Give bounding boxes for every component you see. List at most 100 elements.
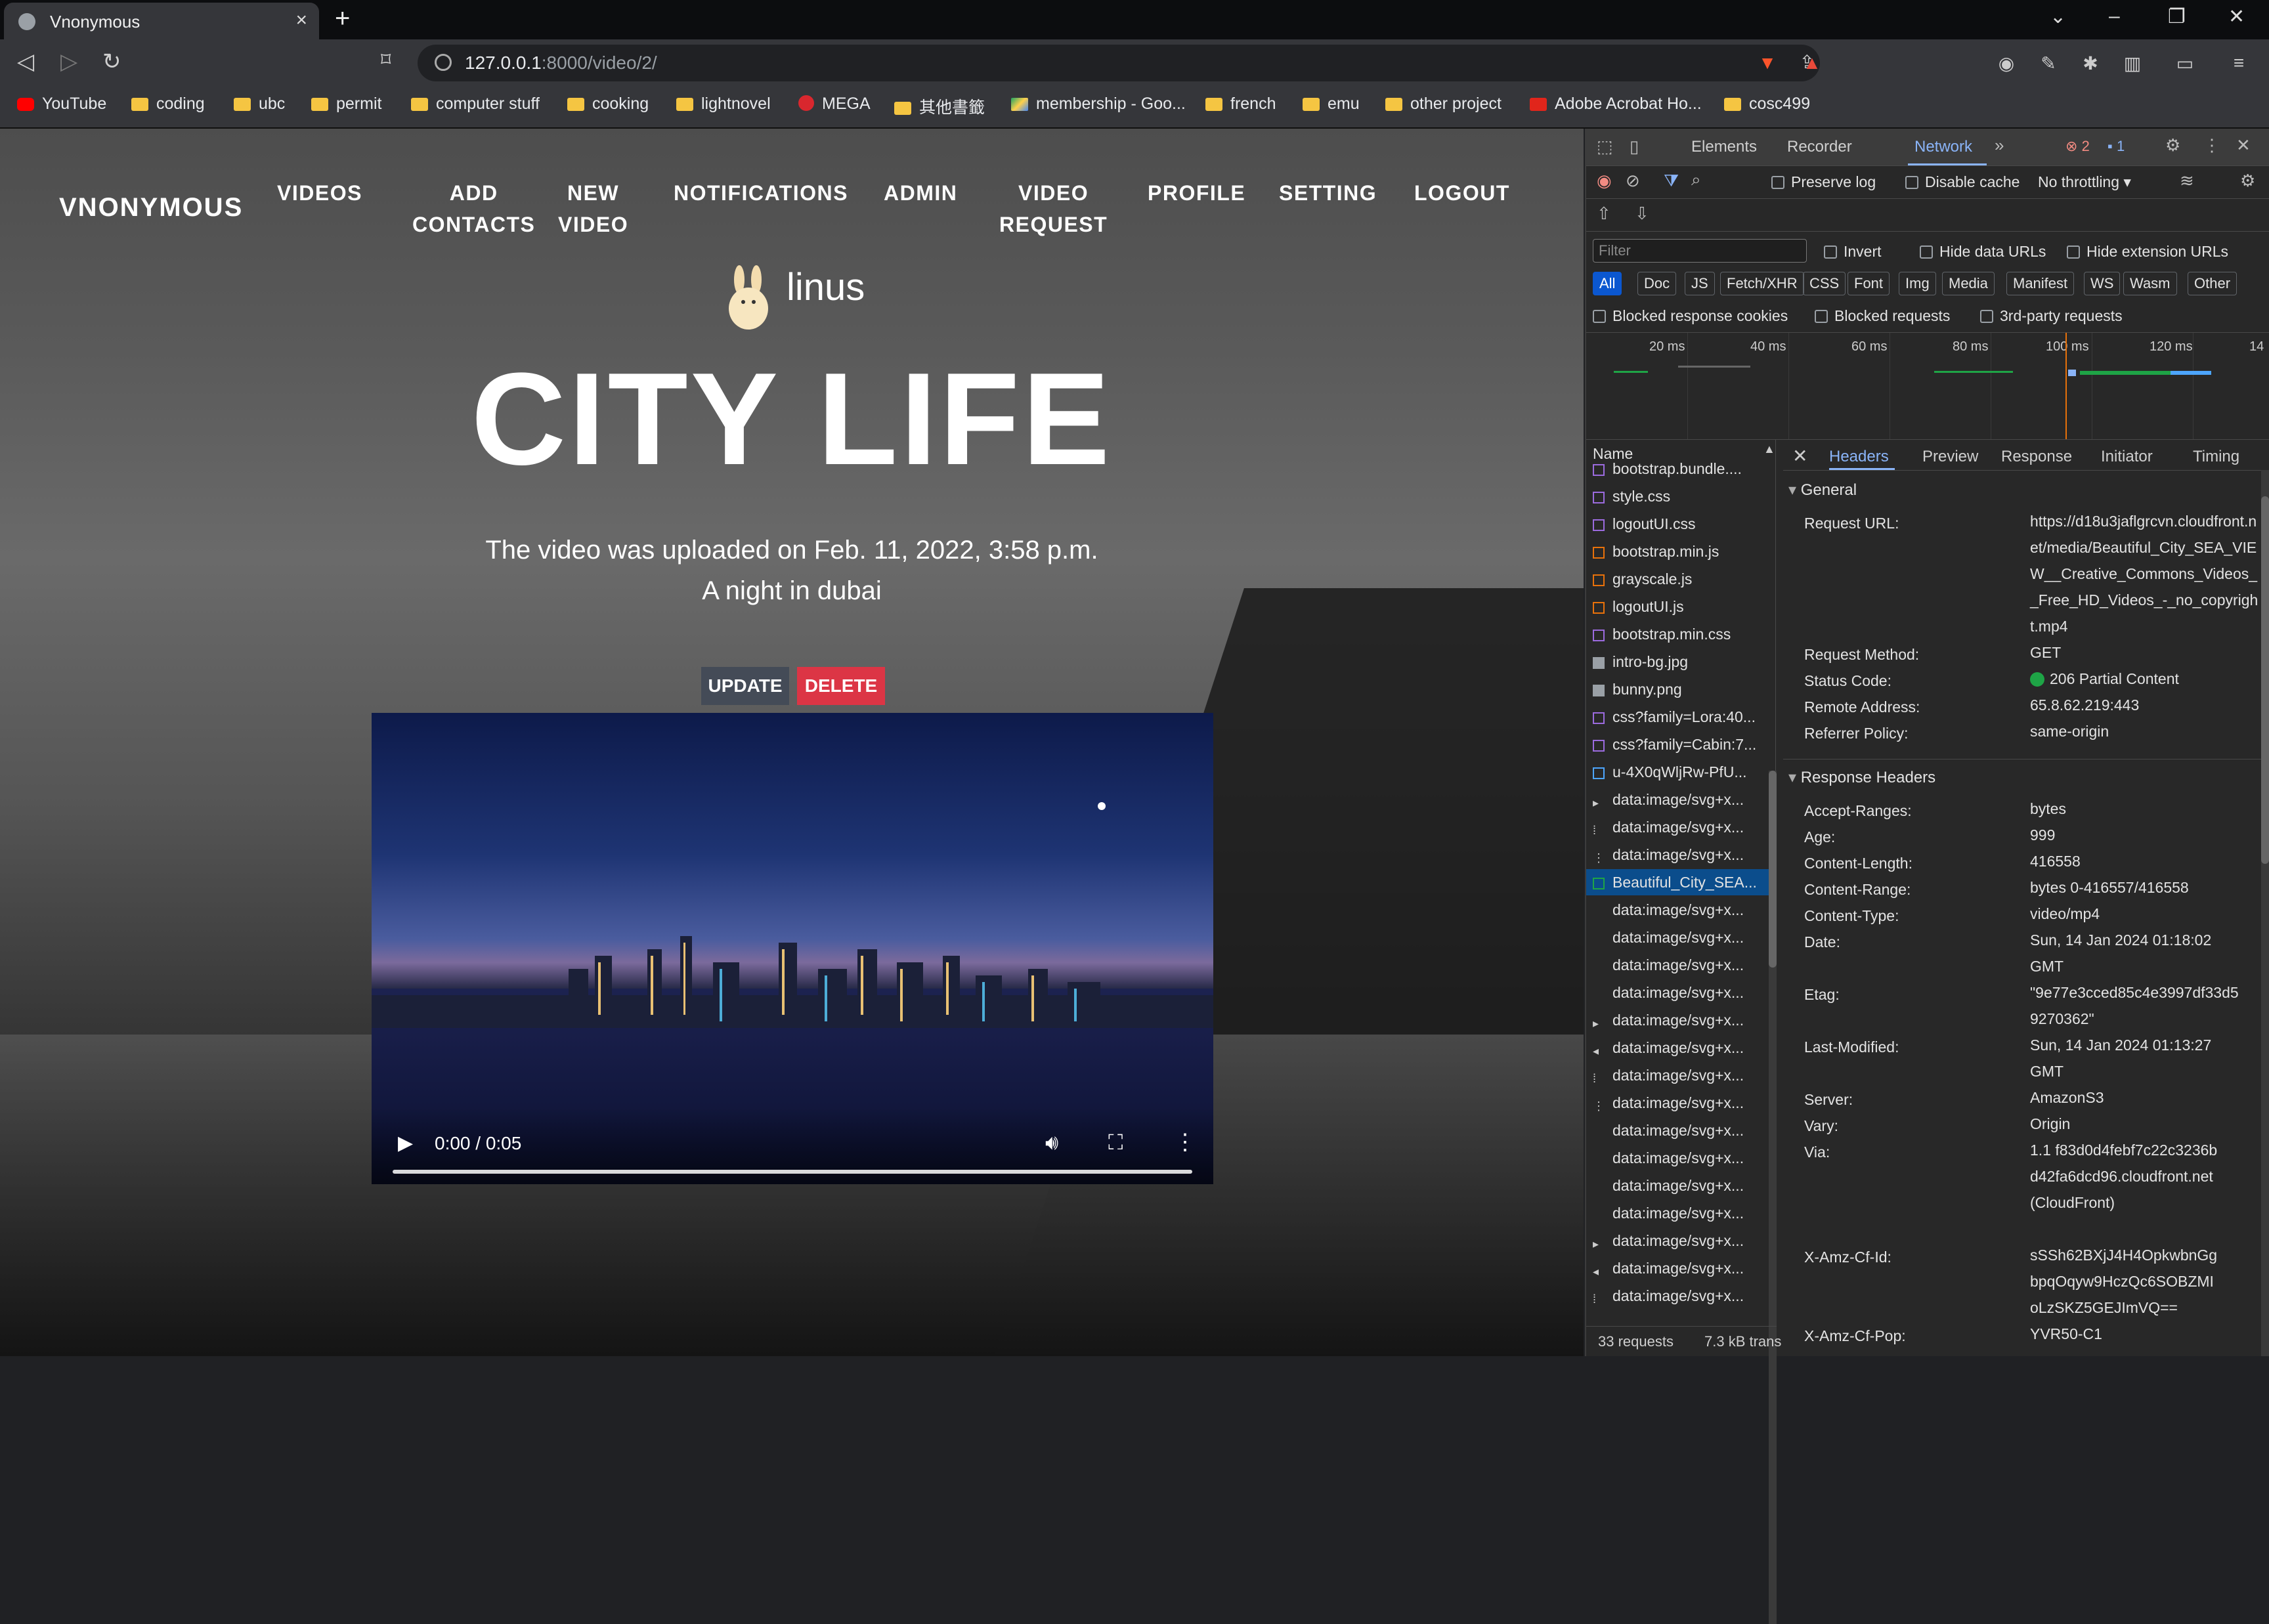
hide-data-urls-checkbox[interactable]: Hide data URLs xyxy=(1920,243,2046,261)
more-tabs-icon[interactable]: » xyxy=(1995,135,2004,156)
back-icon[interactable]: ◁ xyxy=(17,49,34,75)
request-row[interactable]: data:image/svg+x... xyxy=(1593,897,1767,923)
nav-setting[interactable]: SETTING xyxy=(1279,177,1377,209)
update-button[interactable]: UPDATE xyxy=(701,667,789,705)
request-row[interactable]: ⁞ data:image/svg+x... xyxy=(1593,1283,1767,1309)
details-scrollbar[interactable] xyxy=(2261,470,2269,1356)
request-row[interactable]: data:image/svg+x... xyxy=(1593,1172,1767,1199)
message-badge[interactable]: ▪ 1 xyxy=(2107,138,2125,155)
request-row[interactable]: ⁞ data:image/svg+x... xyxy=(1593,814,1767,840)
request-row[interactable]: grayscale.js xyxy=(1593,566,1767,592)
fullscreen-icon[interactable]: ⛶ xyxy=(1108,1130,1123,1155)
puzzle-icon[interactable]: ✱ xyxy=(2080,53,2101,74)
forward-icon[interactable]: ▷ xyxy=(60,49,77,75)
request-row[interactable]: bootstrap.min.css xyxy=(1593,621,1767,647)
type-filter-fetch[interactable]: Fetch/XHR xyxy=(1720,272,1804,295)
sidebar-icon[interactable]: ▥ xyxy=(2122,53,2143,74)
filter-icon[interactable]: ⧩ xyxy=(1664,171,1679,192)
type-filter-wasm[interactable]: Wasm xyxy=(2123,272,2177,295)
bookmark-permit[interactable]: permit xyxy=(311,95,381,118)
bookmark-mega[interactable]: MEGA xyxy=(798,95,871,118)
tab-recorder[interactable]: Recorder xyxy=(1787,138,1852,156)
blocked-cookies-checkbox[interactable]: Blocked response cookies xyxy=(1593,307,1788,325)
play-icon[interactable]: ▶ xyxy=(398,1132,413,1155)
type-filter-img[interactable]: Img xyxy=(1899,272,1936,295)
request-row[interactable]: Beautiful_City_SEA... xyxy=(1586,869,1774,895)
search-icon[interactable]: ⌕ xyxy=(1691,169,1701,190)
request-row[interactable]: ▸ data:image/svg+x... xyxy=(1593,786,1767,813)
request-row[interactable]: data:image/svg+x... xyxy=(1593,1200,1767,1226)
request-list-scrollbar[interactable] xyxy=(1769,771,1777,1624)
import-har-icon[interactable]: ⇧ xyxy=(1597,203,1611,224)
type-filter-css[interactable]: CSS xyxy=(1803,272,1846,295)
throttling-select[interactable]: No throttling ▾ xyxy=(2038,173,2131,191)
third-party-checkbox[interactable]: 3rd-party requests xyxy=(1980,307,2123,325)
new-tab-button[interactable]: + xyxy=(335,4,350,33)
request-row[interactable]: bootstrap.min.js xyxy=(1593,538,1767,565)
brave-shield-icon[interactable]: ▼ xyxy=(1757,53,1778,74)
close-window-button[interactable]: ✕ xyxy=(2228,5,2245,28)
nav-video-request[interactable]: VIDEO REQUEST xyxy=(999,177,1108,240)
network-conditions-icon[interactable]: ≋ xyxy=(2180,171,2194,191)
nav-logout[interactable]: LOGOUT xyxy=(1414,177,1510,209)
request-row[interactable]: data:image/svg+x... xyxy=(1593,1117,1767,1143)
bookmark-cosc499[interactable]: cosc499 xyxy=(1724,95,1810,118)
blocked-requests-checkbox[interactable]: Blocked requests xyxy=(1815,307,1950,325)
type-filter-ws[interactable]: WS xyxy=(2084,272,2121,295)
bookmark-ubc[interactable]: ubc xyxy=(234,95,285,118)
type-filter-media[interactable]: Media xyxy=(1942,272,1995,295)
network-timeline[interactable]: 20 ms 40 ms 60 ms 80 ms 100 ms 120 ms 14 xyxy=(1586,332,2269,440)
clear-icon[interactable]: ⊘ xyxy=(1626,171,1640,191)
request-row[interactable]: ⋮ data:image/svg+x... xyxy=(1593,842,1767,868)
close-details-icon[interactable]: ✕ xyxy=(1792,445,1807,467)
request-row[interactable]: u-4X0qWljRw-PfU... xyxy=(1593,759,1767,785)
type-filter-other[interactable]: Other xyxy=(2188,272,2237,295)
request-row[interactable]: data:image/svg+x... xyxy=(1593,1145,1767,1171)
request-row[interactable]: data:image/svg+x... xyxy=(1593,979,1767,1006)
bookmark-youtube[interactable]: YouTube xyxy=(17,95,106,118)
network-settings-icon[interactable]: ⚙ xyxy=(2240,171,2255,191)
inspect-icon[interactable]: ⬚ xyxy=(1597,137,1613,157)
response-headers-section-header[interactable]: Response Headers xyxy=(1788,768,1935,787)
site-brand[interactable]: VNONYMOUS xyxy=(59,193,243,223)
bookmark-membership[interactable]: membership - Goo... xyxy=(1011,95,1186,118)
wallet-icon[interactable]: ▭ xyxy=(2174,53,2195,74)
hide-extension-urls-checkbox[interactable]: Hide extension URLs xyxy=(2067,243,2228,261)
bookmark-french[interactable]: french xyxy=(1205,95,1276,118)
type-filter-js[interactable]: JS xyxy=(1685,272,1715,295)
request-row[interactable]: data:image/svg+x... xyxy=(1593,924,1767,951)
more-options-icon[interactable]: ⋮ xyxy=(1174,1129,1196,1155)
extension-icon[interactable]: ◉ xyxy=(1996,53,2017,74)
delete-button[interactable]: DELETE xyxy=(797,667,885,705)
request-row[interactable]: logoutUI.js xyxy=(1593,593,1767,620)
minimize-button[interactable]: – xyxy=(2109,5,2120,28)
type-filter-doc[interactable]: Doc xyxy=(1637,272,1677,295)
device-toolbar-icon[interactable]: ▯ xyxy=(1630,137,1639,157)
disable-cache-checkbox[interactable]: Disable cache xyxy=(1905,173,2020,191)
tab-timing[interactable]: Timing xyxy=(2193,448,2239,466)
request-row[interactable]: bunny.png xyxy=(1593,676,1767,702)
bookmark-adobe[interactable]: Adobe Acrobat Ho... xyxy=(1530,95,1702,118)
filter-input[interactable]: Filter xyxy=(1593,239,1807,263)
tab-network[interactable]: Network xyxy=(1914,138,1972,156)
request-row[interactable]: css?family=Cabin:7... xyxy=(1593,731,1767,758)
request-row[interactable]: logoutUI.css xyxy=(1593,511,1767,537)
bookmark-other[interactable]: 其他書籤 xyxy=(894,95,985,118)
ext-icon-2[interactable]: ✎ xyxy=(2038,53,2059,74)
settings-gear-icon[interactable]: ⚙ xyxy=(2165,135,2180,156)
bookmark-cooking[interactable]: cooking xyxy=(567,95,649,118)
request-row[interactable]: style.css xyxy=(1593,483,1767,509)
invert-checkbox[interactable]: Invert xyxy=(1824,243,1882,261)
bookmark-icon[interactable]: ⌑ xyxy=(381,49,391,72)
video-player[interactable]: ▶ 0:00 / 0:05 🔊︎ ⛶ ⋮ xyxy=(372,713,1213,1184)
address-bar[interactable]: 127.0.0.1:8000/video/2/ ⇪ xyxy=(418,45,1820,81)
browser-tab[interactable]: Vnonymous × xyxy=(4,3,319,39)
menu-icon[interactable]: ≡ xyxy=(2228,53,2249,74)
general-section-header[interactable]: General xyxy=(1788,481,1857,500)
reload-icon[interactable]: ↻ xyxy=(102,49,121,75)
bookmark-lightnovel[interactable]: lightnovel xyxy=(676,95,771,118)
type-filter-font[interactable]: Font xyxy=(1848,272,1890,295)
close-devtools-icon[interactable]: ✕ xyxy=(2236,135,2251,156)
tab-elements[interactable]: Elements xyxy=(1691,138,1757,156)
request-row[interactable]: ◂ data:image/svg+x... xyxy=(1593,1035,1767,1061)
